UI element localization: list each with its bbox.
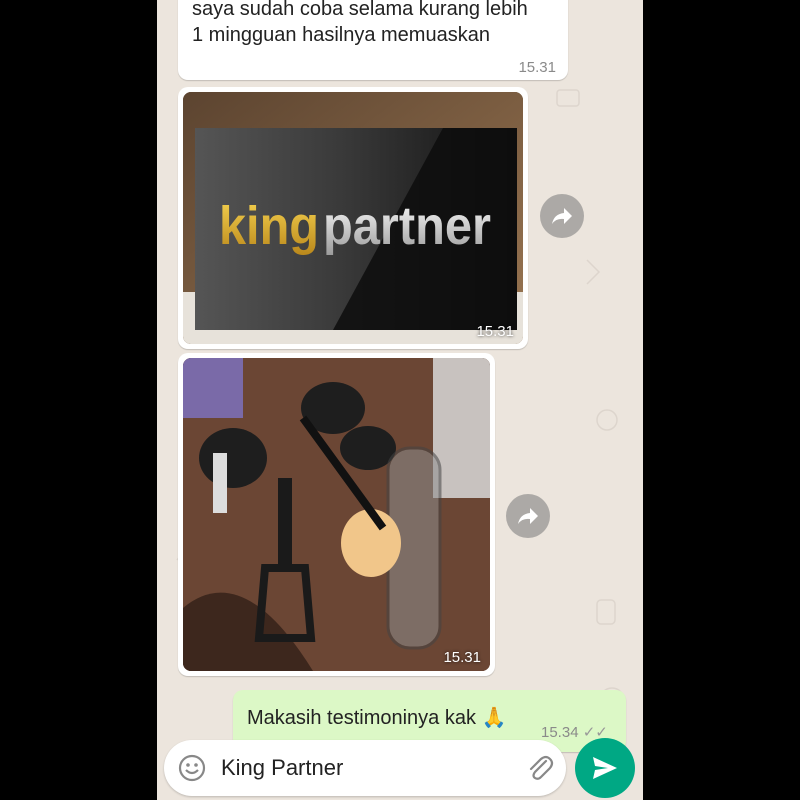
message-input[interactable]: King Partner <box>221 755 343 781</box>
praying-hands-emoji: 🙏 <box>481 707 507 729</box>
forward-icon <box>552 208 572 224</box>
logo-word-partner: partner <box>323 196 491 256</box>
king-partner-logo-photo: king partner <box>183 92 523 344</box>
message-image[interactable]: king partner <box>183 92 523 344</box>
incoming-image-bubble[interactable]: 15.31 <box>178 353 495 676</box>
message-time: 15.31 <box>518 59 556 76</box>
logo-word-king: king <box>219 196 319 256</box>
message-composer[interactable]: King Partner <box>164 740 566 796</box>
send-button[interactable] <box>575 738 635 798</box>
message-line: 1 mingguan hasilnya memuaskan <box>192 24 490 46</box>
forward-button[interactable] <box>506 494 550 538</box>
image-time: 15.31 <box>476 323 514 340</box>
incoming-image-bubble[interactable]: king partner 15.31 <box>178 87 528 349</box>
message-text-content: Makasih testimoninya kak <box>247 707 476 729</box>
incoming-text-bubble[interactable]: saya sudah coba selama kurang lebih 1 mi… <box>178 0 568 80</box>
image-time: 15.31 <box>443 649 481 666</box>
product-photo <box>183 358 490 671</box>
chat-screen: saya sudah coba selama kurang lebih 1 mi… <box>157 0 643 800</box>
forward-icon <box>518 508 538 524</box>
forward-button[interactable] <box>540 194 584 238</box>
message-text: Makasih testimoninya kak 🙏 <box>247 705 506 731</box>
message-line: saya sudah coba selama kurang lebih <box>192 0 528 20</box>
emoji-icon[interactable] <box>178 754 206 782</box>
send-icon <box>593 757 617 779</box>
paperclip-icon[interactable] <box>526 753 554 783</box>
message-time-value: 15.34 <box>541 724 579 741</box>
message-image[interactable] <box>183 358 490 671</box>
